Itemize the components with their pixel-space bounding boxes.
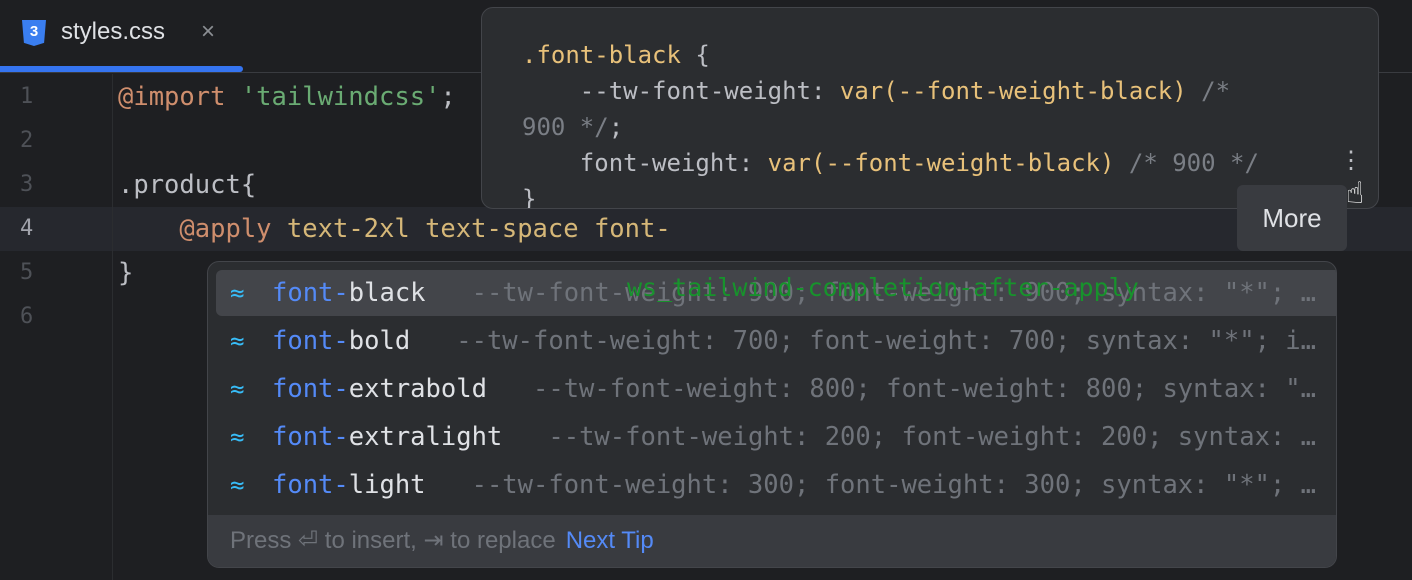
doc-semicolon: ;	[609, 113, 623, 141]
doc-prop: font-weight:	[522, 149, 768, 177]
item-prefix: font-	[272, 326, 349, 356]
item-description: --tw-font-weight: 200; font-weight: 200;…	[548, 422, 1316, 452]
item-description: --tw-font-weight: 700; font-weight: 700;…	[456, 326, 1316, 356]
doc-comment: /*	[1187, 77, 1230, 105]
line-number: 4	[20, 207, 33, 251]
tab-styles-css[interactable]: 3 styles.css ×	[0, 0, 243, 73]
more-options-icon[interactable]: ⋮	[1339, 146, 1363, 174]
apply-keyword: @apply	[179, 214, 271, 244]
completion-footer: Press ⏎ to insert, ⇥ to replace Next Tip	[208, 515, 1337, 567]
code-line-5[interactable]: }	[118, 251, 133, 295]
code-line-1[interactable]: @import 'tailwindcss';	[118, 75, 456, 119]
item-name: bold	[349, 326, 410, 356]
code-line-3[interactable]: .product{	[118, 163, 256, 207]
completion-popup: ≈font-black --tw-font-weight: 900; font-…	[207, 261, 1337, 568]
completion-item[interactable]: ≈ font-light --tw-font-weight: 300; font-…	[216, 462, 1337, 508]
watermark: ws_tailwind-completion-after-apply	[627, 273, 1139, 302]
code-line-4[interactable]: @apply text-2xl text-space font-	[118, 207, 671, 251]
item-prefix: font-	[272, 374, 349, 404]
completion-item[interactable]: ≈ font-extralight --tw-font-weight: 200; …	[216, 414, 1337, 460]
doc-prop: --tw-font-weight:	[522, 77, 840, 105]
apply-classes: text-2xl text-space font-	[287, 214, 671, 244]
item-name: extralight	[349, 422, 503, 452]
css-file-icon: 3	[22, 20, 46, 46]
more-tooltip: More	[1237, 185, 1347, 251]
completion-item[interactable]: ≈ font-bold --tw-font-weight: 700; font-w…	[216, 318, 1337, 364]
doc-comment: /* 900 */	[1114, 149, 1259, 177]
tailwind-icon: ≈	[230, 270, 244, 316]
footer-hint: Press ⏎ to insert, ⇥ to replace	[230, 527, 556, 554]
doc-line: font-weight: var(--font-weight-black) /*…	[522, 145, 1259, 181]
doc-var: var(--font-weight-black)	[768, 149, 1115, 177]
doc-line: --tw-font-weight: var(--font-weight-blac…	[522, 73, 1230, 109]
line-number: 2	[20, 119, 33, 163]
next-tip-link[interactable]: Next Tip	[566, 527, 654, 554]
tailwind-icon: ≈	[230, 462, 244, 508]
close-icon[interactable]: ×	[201, 18, 215, 46]
doc-line: }	[522, 181, 536, 209]
line-number: 3	[20, 163, 33, 207]
item-name: black	[349, 278, 426, 308]
import-keyword: @import	[118, 82, 225, 112]
import-string: 'tailwindcss'	[241, 82, 441, 112]
line-number: 5	[20, 251, 33, 295]
item-prefix: font-	[272, 470, 349, 500]
doc-brace: {	[681, 41, 710, 69]
item-prefix: font-	[272, 422, 349, 452]
semicolon: ;	[440, 82, 455, 112]
doc-selector: .font-black	[522, 41, 681, 69]
item-prefix: font-	[272, 278, 349, 308]
completion-item[interactable]: ≈ font-extrabold --tw-font-weight: 800; f…	[216, 366, 1337, 412]
item-description: --tw-font-weight: 300; font-weight: 300;…	[472, 470, 1316, 500]
active-tab-indicator	[0, 66, 243, 72]
doc-line: 900 */;	[522, 109, 623, 145]
tab-label: styles.css	[61, 18, 165, 46]
documentation-popup: .font-black { --tw-font-weight: var(--fo…	[481, 7, 1379, 209]
tailwind-icon: ≈	[230, 366, 244, 412]
item-name: extrabold	[349, 374, 487, 404]
item-name: light	[349, 470, 426, 500]
tailwind-icon: ≈	[230, 318, 244, 364]
hand-cursor-icon: ☝	[1346, 176, 1364, 211]
item-description: --tw-font-weight: 800; font-weight: 800;…	[533, 374, 1316, 404]
line-number: 1	[20, 75, 33, 119]
line-number: 6	[20, 295, 33, 339]
doc-line: .font-black {	[522, 37, 710, 73]
line-gutter	[0, 74, 113, 580]
doc-comment: 900 */	[522, 113, 609, 141]
tailwind-icon: ≈	[230, 414, 244, 460]
doc-var: var(--font-weight-black)	[840, 77, 1187, 105]
